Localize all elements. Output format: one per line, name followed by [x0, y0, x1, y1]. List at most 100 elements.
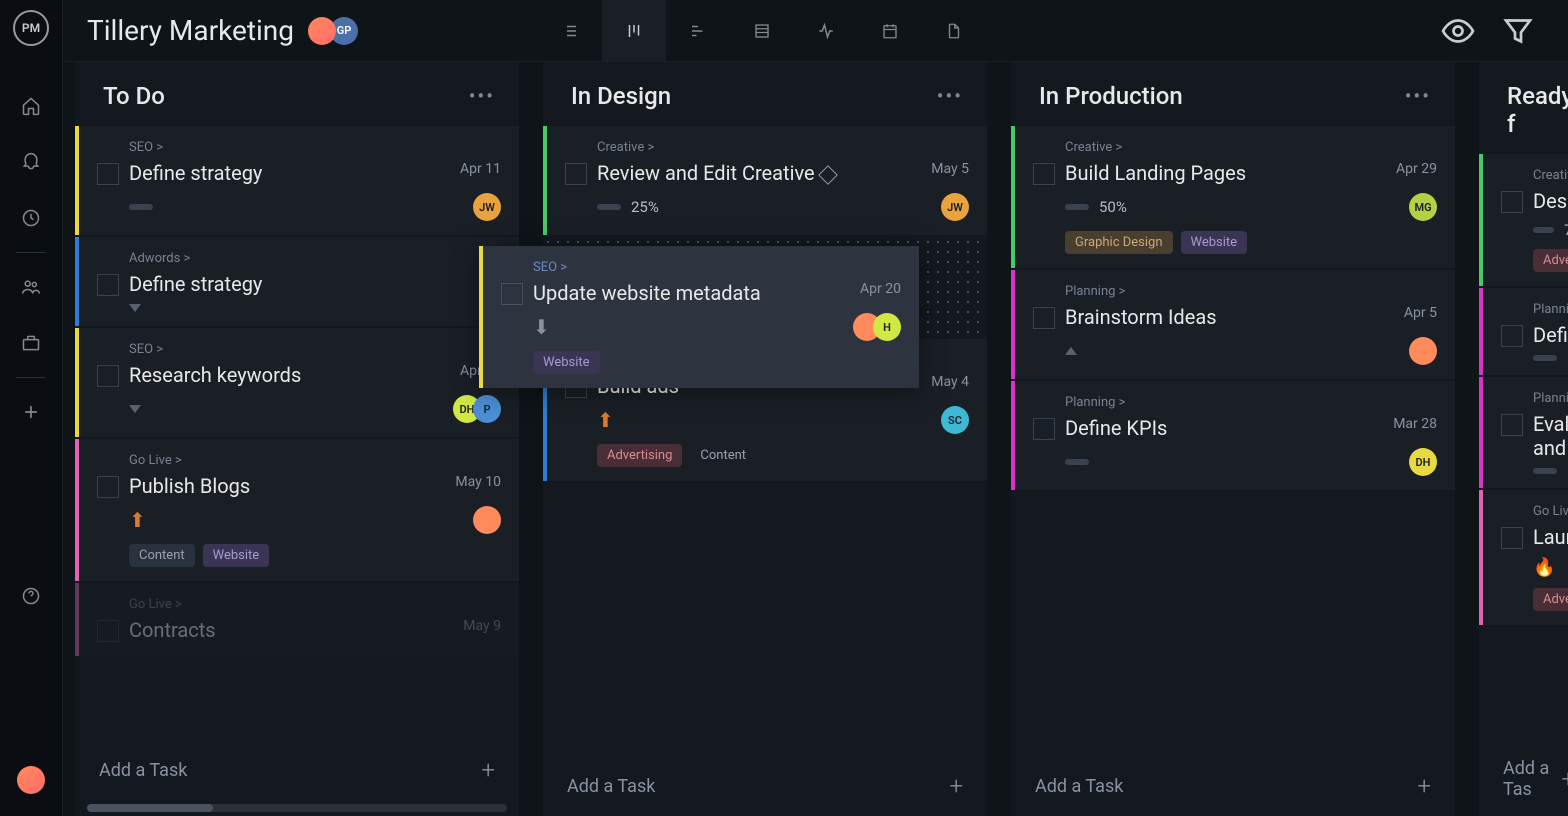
task-tag[interactable]: Content	[129, 544, 195, 567]
task-title[interactable]: Publish Blogs	[129, 474, 455, 498]
task-checkbox[interactable]	[97, 620, 119, 642]
task-title[interactable]: Define strategy	[129, 161, 460, 185]
chevron-down-icon[interactable]	[129, 405, 141, 413]
task-tag[interactable]: Adverti	[1533, 249, 1568, 272]
task-card[interactable]: Adwords > Define strategy	[75, 237, 519, 326]
briefcase-icon[interactable]	[11, 323, 51, 363]
task-checkbox[interactable]	[1033, 307, 1055, 329]
task-breadcrumb[interactable]: Creative	[1533, 168, 1568, 183]
table-view-icon[interactable]	[730, 0, 794, 62]
task-tag[interactable]: Graphic Design	[1065, 231, 1173, 254]
task-title[interactable]: Desig	[1533, 189, 1568, 213]
member-avatar[interactable]	[308, 17, 336, 45]
task-card[interactable]: Creative Desig 75Adverti	[1479, 154, 1568, 286]
task-title[interactable]: Build Landing Pages	[1065, 161, 1396, 185]
assignee-avatar[interactable]: P	[473, 395, 501, 423]
task-card[interactable]: SEO > Define strategy Apr 11 JW	[75, 126, 519, 235]
task-checkbox[interactable]	[1033, 418, 1055, 440]
task-checkbox[interactable]	[565, 163, 587, 185]
task-card[interactable]: Go Live Launc 🔥Adverti	[1479, 490, 1568, 625]
board-view-icon[interactable]	[602, 0, 666, 62]
add-task-button[interactable]: Add a Task +	[1011, 756, 1455, 816]
task-title[interactable]: Define	[1533, 323, 1568, 347]
assignee-avatar[interactable]	[473, 506, 501, 534]
help-icon[interactable]	[11, 576, 51, 616]
activity-view-icon[interactable]	[794, 0, 858, 62]
assignee-avatar[interactable]: JW	[941, 193, 969, 221]
add-task-button[interactable]: Add a Task +	[75, 740, 519, 800]
task-tag[interactable]: Adverti	[1533, 588, 1568, 611]
task-card[interactable]: Planning Evalua and N	[1479, 377, 1568, 488]
task-checkbox[interactable]	[1501, 527, 1523, 549]
task-tag[interactable]: Advertising	[597, 444, 682, 467]
task-breadcrumb[interactable]: SEO >	[533, 260, 901, 275]
task-breadcrumb[interactable]: Go Live	[1533, 504, 1568, 519]
task-checkbox[interactable]	[501, 283, 523, 305]
task-checkbox[interactable]	[1501, 414, 1523, 436]
chevron-down-icon[interactable]	[129, 304, 141, 312]
assignee-avatar[interactable]: JW	[473, 193, 501, 221]
task-card[interactable]: Creative > Review and Edit Creative May …	[543, 126, 987, 235]
user-avatar-icon[interactable]	[11, 760, 51, 800]
dragging-card[interactable]: SEO > Update website metadata Apr 20 ⬇ H…	[479, 246, 919, 388]
home-icon[interactable]	[11, 86, 51, 126]
assignee-avatar[interactable]: H	[873, 313, 901, 341]
task-title[interactable]: Launc	[1533, 525, 1568, 549]
people-icon[interactable]	[11, 267, 51, 307]
task-title[interactable]: Brainstorm Ideas	[1065, 305, 1404, 329]
horizontal-scrollbar[interactable]	[87, 804, 507, 812]
clock-icon[interactable]	[11, 198, 51, 238]
task-checkbox[interactable]	[97, 163, 119, 185]
chevron-up-icon[interactable]	[1065, 347, 1077, 355]
task-card[interactable]: Planning > Brainstorm Ideas Apr 5	[1011, 270, 1455, 379]
bell-icon[interactable]	[11, 142, 51, 182]
task-card[interactable]: Planning > Define KPIs Mar 28 DH	[1011, 381, 1455, 490]
add-icon[interactable]	[11, 392, 51, 432]
assignee-avatar[interactable]	[1409, 337, 1437, 365]
task-breadcrumb[interactable]: Go Live >	[129, 453, 501, 468]
add-task-button[interactable]: Add a Task +	[543, 756, 987, 816]
task-tag[interactable]: Content	[690, 444, 756, 467]
column-menu-icon[interactable]: •••	[1405, 84, 1431, 108]
task-tag[interactable]: Website	[533, 351, 600, 374]
task-breadcrumb[interactable]: Planning >	[1065, 284, 1437, 299]
task-checkbox[interactable]	[97, 365, 119, 387]
task-breadcrumb[interactable]: SEO >	[129, 140, 501, 155]
task-card[interactable]: Planning Define	[1479, 288, 1568, 375]
task-breadcrumb[interactable]: Planning >	[1065, 395, 1437, 410]
app-logo[interactable]: PM	[13, 10, 49, 46]
calendar-view-icon[interactable]	[858, 0, 922, 62]
task-card[interactable]: Go Live > Contracts May 9	[75, 583, 519, 656]
task-title[interactable]: Define KPIs	[1065, 416, 1393, 440]
task-checkbox[interactable]	[1501, 325, 1523, 347]
gantt-view-icon[interactable]	[666, 0, 730, 62]
task-breadcrumb[interactable]: Planning	[1533, 391, 1568, 406]
task-breadcrumb[interactable]: Creative >	[597, 140, 969, 155]
task-title[interactable]: Evalua and N	[1533, 412, 1568, 460]
task-title[interactable]: Research keywords	[129, 363, 460, 387]
task-card[interactable]: Go Live > Publish Blogs May 10 ⬆ContentW…	[75, 439, 519, 581]
task-card[interactable]: SEO > Research keywords Apr 13 DHP	[75, 328, 519, 437]
filter-icon[interactable]	[1500, 13, 1536, 49]
column-menu-icon[interactable]: •••	[469, 84, 495, 108]
task-tag[interactable]: Website	[203, 544, 270, 567]
list-view-icon[interactable]	[538, 0, 602, 62]
task-breadcrumb[interactable]: Adwords >	[129, 251, 501, 266]
task-breadcrumb[interactable]: Planning	[1533, 302, 1568, 317]
task-title[interactable]: Update website metadata	[533, 281, 860, 305]
task-title[interactable]: Define strategy	[129, 272, 501, 296]
task-checkbox[interactable]	[97, 476, 119, 498]
assignee-avatar[interactable]: MG	[1409, 193, 1437, 221]
eye-icon[interactable]	[1440, 13, 1476, 49]
project-members[interactable]: GP	[314, 17, 358, 45]
task-checkbox[interactable]	[1033, 163, 1055, 185]
task-breadcrumb[interactable]: Creative >	[1065, 140, 1437, 155]
task-title[interactable]: Contracts	[129, 618, 463, 642]
add-task-button[interactable]: Add a Tas +	[1479, 742, 1568, 816]
task-tag[interactable]: Website	[1181, 231, 1248, 254]
assignee-avatar[interactable]: DH	[1409, 448, 1437, 476]
task-checkbox[interactable]	[1501, 191, 1523, 213]
task-checkbox[interactable]	[97, 274, 119, 296]
task-breadcrumb[interactable]: SEO >	[129, 342, 501, 357]
task-title[interactable]: Review and Edit Creative	[597, 161, 931, 185]
